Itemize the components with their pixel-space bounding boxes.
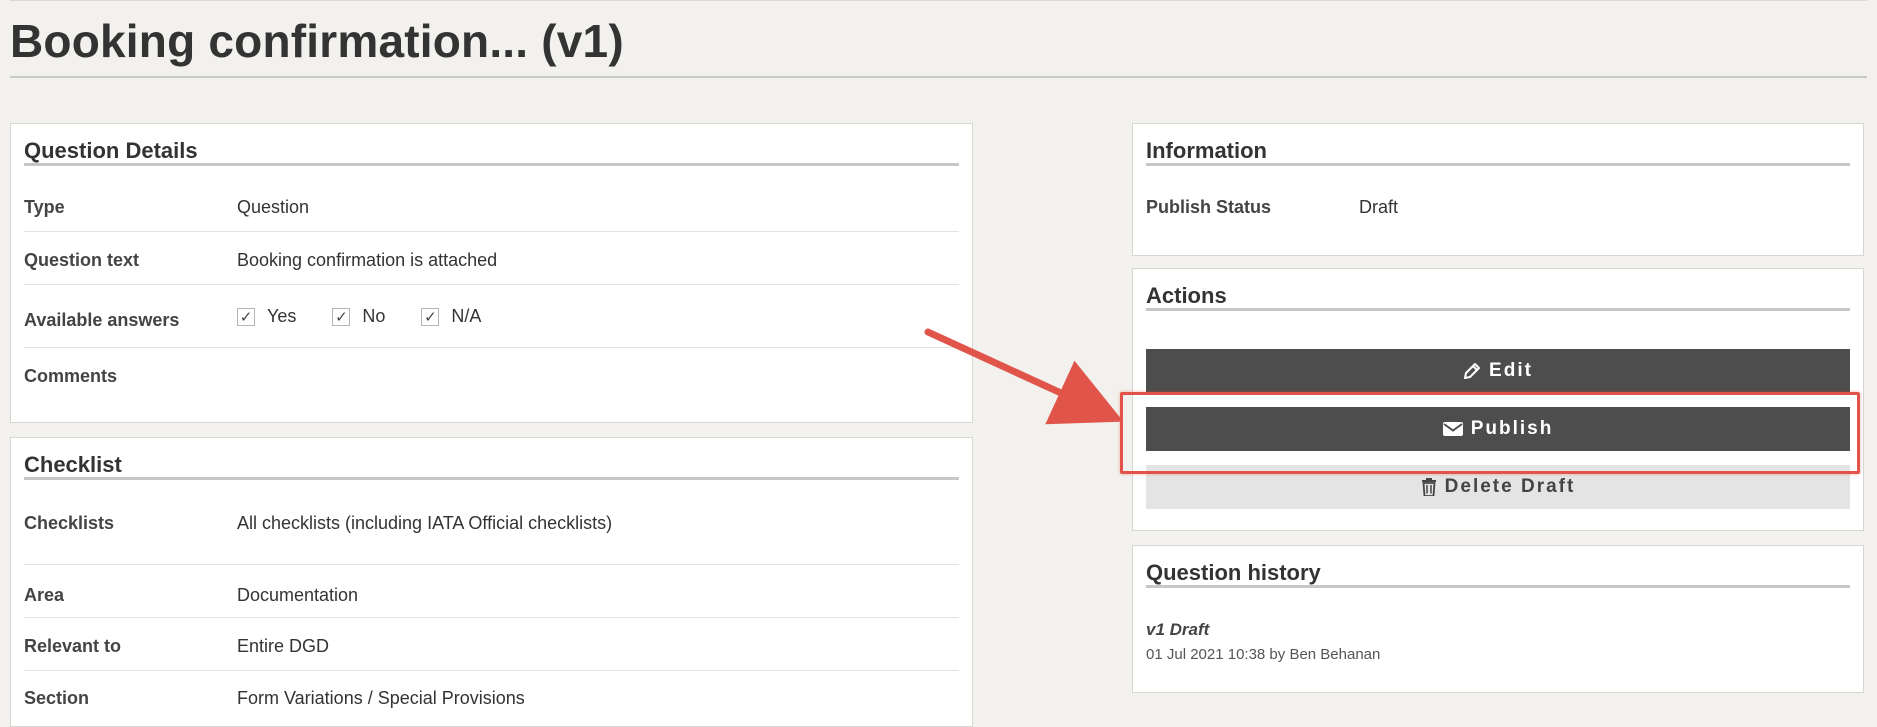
checklist-row-area: Area Documentation	[24, 565, 959, 618]
detail-value: Question	[237, 197, 310, 217]
publish-status-value: Draft	[1359, 197, 1399, 217]
delete-draft-button[interactable]: Delete Draft	[1146, 465, 1850, 509]
detail-row-question-text: Question text Booking confirmation is at…	[24, 232, 959, 285]
question-history-panel: Question history v1 Draft 01 Jul 2021 10…	[1132, 545, 1864, 693]
title-divider	[10, 76, 1867, 78]
check-icon: ✓	[421, 307, 440, 326]
trash-icon	[1421, 478, 1436, 496]
detail-value: Entire DGD	[237, 636, 330, 656]
detail-label: Comments	[24, 366, 118, 386]
check-icon: ✓	[237, 307, 255, 326]
info-row-publish-status: Publish Status Draft	[1146, 179, 1850, 229]
answer-label: No	[362, 306, 386, 326]
detail-label: Question text	[24, 250, 140, 270]
detail-label: Area	[24, 585, 65, 605]
detail-value: Form Variations / Special Provisions	[237, 688, 525, 708]
checklist-row-relevant-to: Relevant to Entire DGD	[24, 618, 959, 671]
detail-label: Relevant to	[24, 636, 122, 656]
answer-label: N/A	[451, 306, 482, 326]
answer-label: Yes	[267, 306, 297, 326]
checklist-panel: Checklist Checklists All checklists (inc…	[10, 437, 973, 727]
envelope-icon	[1442, 422, 1463, 436]
check-icon: ✓	[332, 307, 351, 326]
detail-label: Available answers	[24, 310, 180, 330]
detail-row-type: Type Question	[24, 179, 959, 232]
detail-row-available-answers: Available answers ✓ Yes ✓ No ✓ N/A	[24, 285, 959, 348]
checklist-row-section: Section Form Variations / Special Provis…	[24, 671, 959, 724]
checklist-heading: Checklist	[24, 438, 959, 480]
detail-label: Section	[24, 688, 90, 708]
answer-options: ✓ Yes ✓ No ✓ N/A	[237, 306, 517, 327]
answer-option-yes: ✓ Yes	[237, 306, 296, 327]
edit-button[interactable]: Edit	[1146, 349, 1850, 393]
detail-label: Type	[24, 197, 65, 217]
detail-value: Documentation	[237, 585, 359, 605]
question-details-heading: Question Details	[24, 124, 959, 166]
delete-draft-button-label: Delete Draft	[1444, 476, 1576, 497]
top-rule	[10, 0, 1867, 1]
answer-option-no: ✓ No	[332, 306, 385, 327]
information-heading: Information	[1146, 124, 1850, 166]
history-version[interactable]: v1 Draft	[1146, 620, 1209, 640]
publish-button[interactable]: Publish	[1146, 407, 1850, 451]
edit-button-label: Edit	[1489, 360, 1533, 381]
detail-row-comments: Comments	[24, 348, 959, 408]
publish-status-label: Publish Status	[1146, 197, 1272, 217]
detail-value: Booking confirmation is attached	[237, 250, 498, 270]
actions-heading: Actions	[1146, 269, 1850, 311]
detail-value: All checklists (including IATA Official …	[237, 513, 613, 533]
detail-label: Checklists	[24, 513, 115, 533]
page-title: Booking confirmation... (v1)	[10, 15, 624, 67]
pencil-icon	[1464, 363, 1481, 379]
information-panel: Information Publish Status Draft	[1132, 123, 1864, 256]
question-details-panel: Question Details Type Question Question …	[10, 123, 973, 423]
checklist-row-checklists: Checklists All checklists (including IAT…	[24, 493, 959, 565]
history-meta: 01 Jul 2021 10:38 by Ben Behanan	[1146, 646, 1381, 663]
actions-panel: Actions Edit Publish Delete Draft	[1132, 268, 1864, 531]
answer-option-na: ✓ N/A	[421, 306, 481, 327]
publish-button-label: Publish	[1470, 418, 1554, 439]
question-history-heading: Question history	[1146, 546, 1850, 588]
